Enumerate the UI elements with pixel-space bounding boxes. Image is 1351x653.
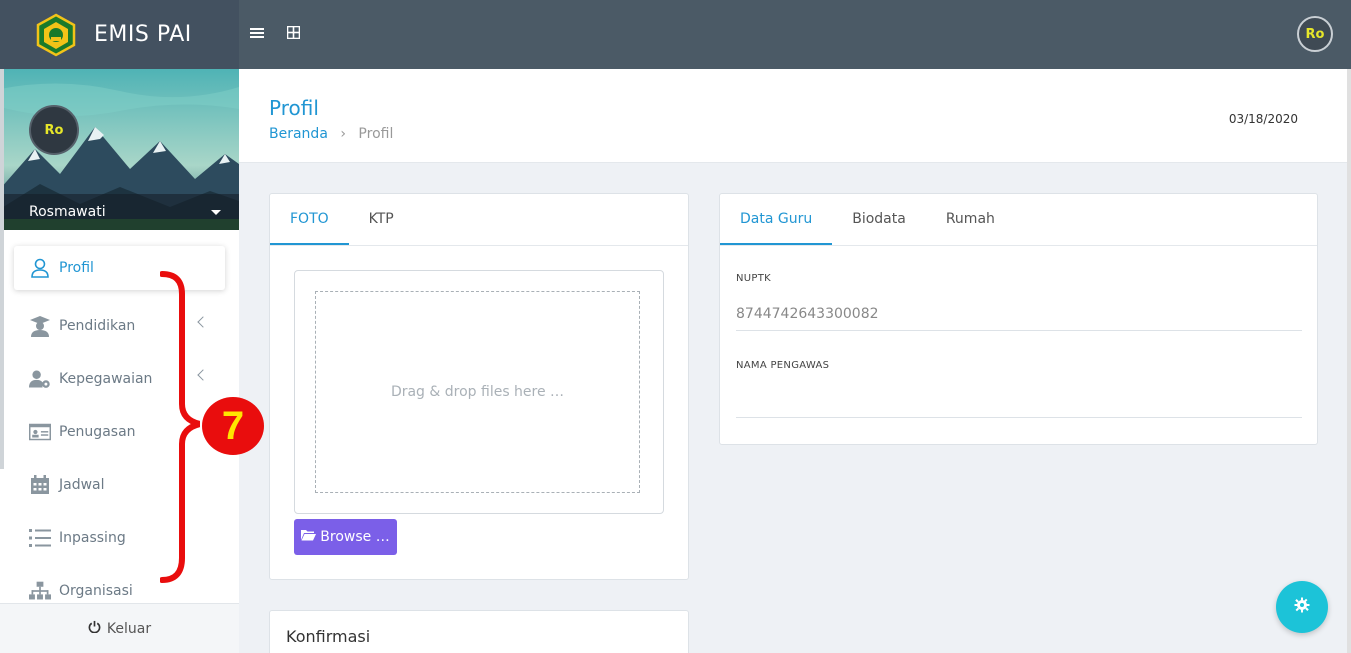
chevron-right-icon: › bbox=[340, 126, 346, 142]
folder-open-icon bbox=[301, 529, 317, 545]
sidebar-item-label: Inpassing bbox=[59, 529, 126, 546]
konfirmasi-card: Konfirmasi bbox=[269, 610, 689, 653]
annotation-number-badge: 7 bbox=[202, 397, 264, 455]
settings-fab-button[interactable] bbox=[1276, 581, 1328, 633]
nama-pengawas-label: NAMA PENGAWAS bbox=[736, 360, 830, 371]
annotation-brace bbox=[160, 271, 200, 583]
sidebar-item-label: Profil bbox=[59, 260, 94, 276]
tab-ktp[interactable]: KTP bbox=[349, 194, 414, 245]
user-dropdown[interactable]: Rosmawati bbox=[0, 194, 239, 230]
browse-button[interactable]: Browse … bbox=[294, 519, 397, 555]
grid-icon[interactable] bbox=[286, 24, 301, 43]
sidebar-item-label: Penugasan bbox=[59, 423, 136, 440]
nuptk-label: NUPTK bbox=[736, 273, 771, 284]
logout-label: Keluar bbox=[106, 620, 152, 637]
gear-icon bbox=[1294, 597, 1310, 617]
top-navbar: EMIS PAI Ro bbox=[0, 0, 1351, 69]
data-tabs: Data Guru Biodata Rumah bbox=[720, 194, 1317, 246]
kemenag-logo-icon bbox=[36, 13, 76, 56]
sitemap-icon bbox=[29, 580, 51, 602]
tab-data-guru[interactable]: Data Guru bbox=[720, 194, 833, 245]
graduate-icon bbox=[29, 315, 51, 337]
nuptk-field[interactable] bbox=[736, 297, 1302, 331]
nama-pengawas-field[interactable] bbox=[736, 384, 1302, 418]
data-guru-card: Data Guru Biodata Rumah NUPTK NAMA PENGA… bbox=[719, 193, 1318, 445]
photo-tabs: FOTO KTP bbox=[270, 194, 688, 246]
file-upload-area: Drag & drop files here … bbox=[294, 270, 664, 514]
caret-down-icon bbox=[211, 209, 221, 215]
list-icon bbox=[29, 527, 51, 549]
sidebar-item-kepegawaian[interactable]: Kepegawaian bbox=[0, 352, 239, 405]
calendar-icon bbox=[29, 474, 51, 496]
hamburger-icon[interactable] bbox=[250, 24, 264, 43]
page-scrollbar[interactable] bbox=[1347, 69, 1351, 653]
user-icon bbox=[29, 257, 51, 279]
page-date: 03/18/2020 bbox=[1228, 112, 1298, 126]
user-gear-icon bbox=[29, 368, 51, 390]
sidebar-item-label: Jadwal bbox=[59, 476, 105, 493]
page-title: Profil bbox=[269, 96, 319, 120]
sidebar-item-label: Kepegawaian bbox=[59, 370, 153, 387]
id-card-icon bbox=[29, 421, 51, 443]
power-icon bbox=[88, 620, 101, 637]
page-header: Profil Beranda › Profil 03/18/2020 bbox=[239, 69, 1351, 163]
breadcrumb: Beranda › Profil bbox=[269, 126, 393, 142]
sidebar-item-label: Pendidikan bbox=[59, 317, 136, 334]
browse-label: Browse … bbox=[320, 529, 390, 545]
breadcrumb-current: Profil bbox=[358, 126, 394, 142]
photo-card: FOTO KTP Drag & drop files here … Browse… bbox=[269, 193, 689, 580]
dropzone[interactable]: Drag & drop files here … bbox=[315, 291, 640, 493]
tab-foto[interactable]: FOTO bbox=[270, 194, 349, 245]
sidebar: Ro Rosmawati Profil Pendidikan Kepegawai… bbox=[0, 69, 239, 653]
brand[interactable]: EMIS PAI bbox=[0, 0, 239, 69]
sidebar-item-pendidikan[interactable]: Pendidikan bbox=[0, 299, 239, 352]
dropzone-text: Drag & drop files here … bbox=[390, 384, 565, 400]
tab-biodata[interactable]: Biodata bbox=[832, 194, 926, 245]
sidebar-item-inpassing[interactable]: Inpassing bbox=[0, 511, 239, 564]
tab-rumah[interactable]: Rumah bbox=[926, 194, 1015, 245]
user-name: Rosmawati bbox=[29, 204, 106, 220]
logout-button[interactable]: Keluar bbox=[0, 603, 239, 653]
sidebar-avatar[interactable]: Ro bbox=[29, 105, 79, 155]
konfirmasi-title: Konfirmasi bbox=[286, 627, 371, 646]
sidebar-item-jadwal[interactable]: Jadwal bbox=[0, 458, 239, 511]
user-avatar[interactable]: Ro bbox=[1297, 16, 1333, 52]
sidebar-scrollbar[interactable] bbox=[0, 69, 4, 469]
app-name: EMIS PAI bbox=[94, 22, 192, 47]
breadcrumb-home-link[interactable]: Beranda bbox=[269, 126, 328, 142]
sidebar-item-label: Organisasi bbox=[59, 582, 133, 599]
profile-cover: Ro Rosmawati bbox=[0, 69, 239, 230]
